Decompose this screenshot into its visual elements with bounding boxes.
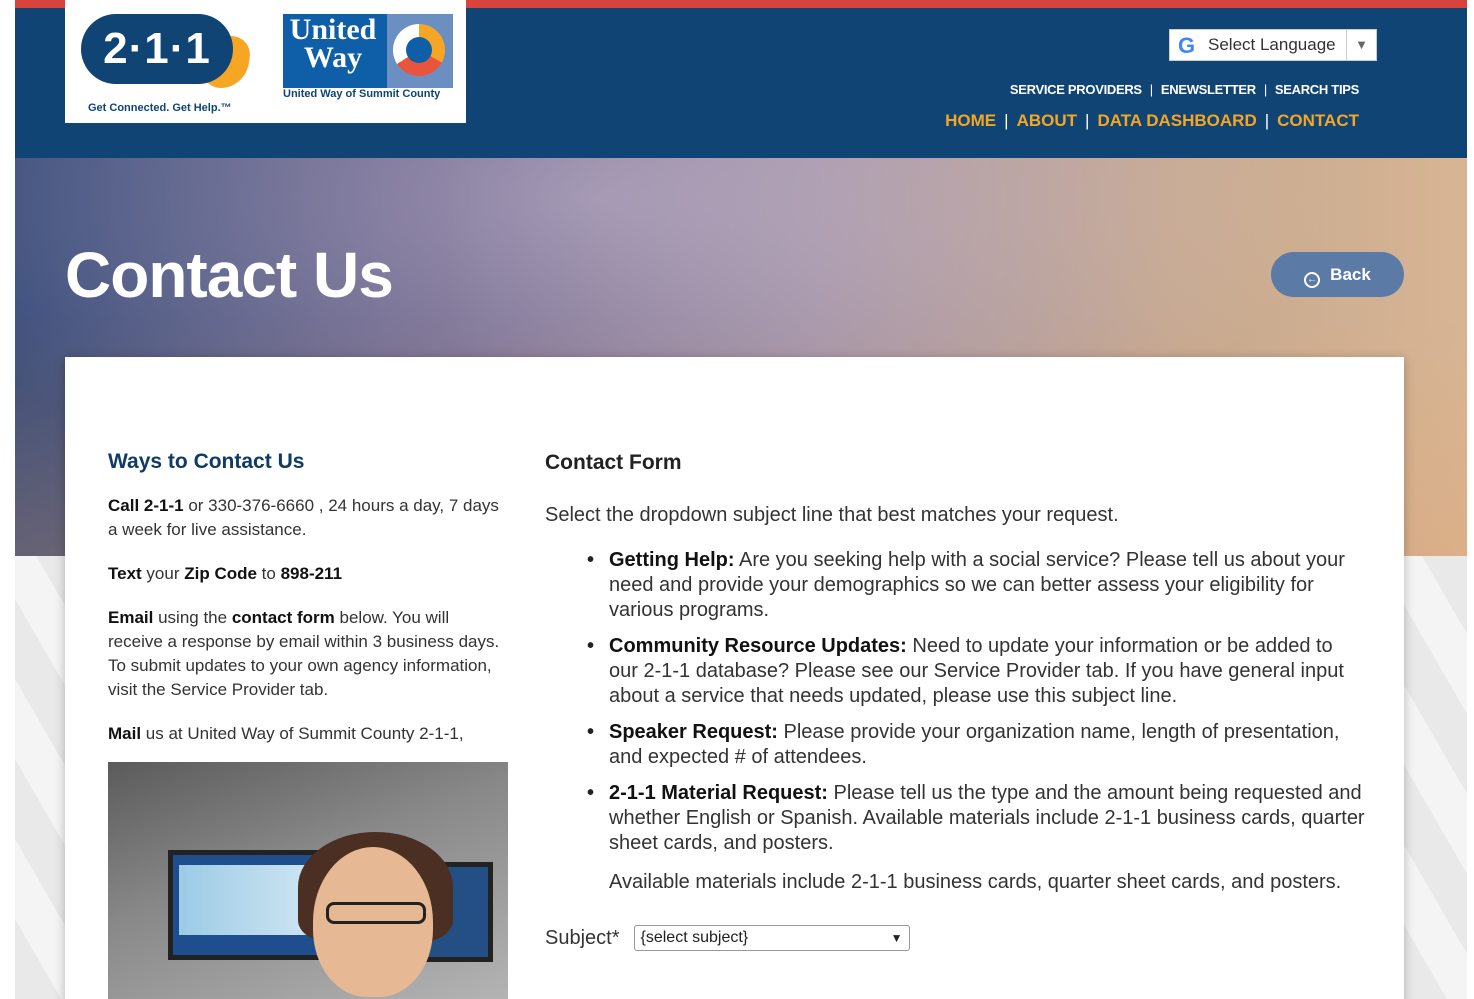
arrow-left-circle-icon: ←: [1304, 272, 1321, 288]
nav-service-providers[interactable]: SERVICE PROVIDERS: [1010, 82, 1142, 97]
page: 2·1·1 Get Connected. Get Help.™ United W…: [15, 0, 1467, 999]
secondary-nav: SERVICE PROVIDERS | ENEWSLETTER | SEARCH TIP…: [1010, 82, 1359, 97]
nav-separator: |: [1085, 111, 1090, 130]
list-item: Community Resource Updates: Need to upda…: [587, 634, 1365, 709]
logo-211-tagline: Get Connected. Get Help.™: [88, 102, 232, 114]
logo-box[interactable]: 2·1·1 Get Connected. Get Help.™ United W…: [65, 0, 466, 123]
nav-separator: |: [1263, 82, 1267, 97]
nav-separator: |: [1149, 82, 1153, 97]
nav-search-tips[interactable]: SEARCH TIPS: [1275, 82, 1359, 97]
main-nav: HOME | ABOUT | DATA DASHBOARD | CONTACT: [945, 111, 1359, 131]
contact-ways-column: Ways to Contact Us Call 2-1-1 or 330-376…: [108, 450, 508, 766]
site-header: 2·1·1 Get Connected. Get Help.™ United W…: [15, 0, 1467, 158]
subject-select[interactable]: {select subject} ▼: [633, 925, 910, 951]
subject-value: {select subject}: [640, 929, 749, 946]
dropdown-arrow-icon: ▼: [1346, 30, 1368, 60]
email-info: Email using the contact form below. You …: [108, 608, 500, 699]
subject-list: Getting Help: Are you seeking help with …: [545, 548, 1365, 856]
list-item: Getting Help: Are you seeking help with …: [587, 548, 1365, 623]
nav-home[interactable]: HOME: [945, 111, 996, 130]
call-center-photo: [108, 762, 508, 999]
back-label: Back: [1330, 265, 1371, 284]
form-heading: Contact Form: [545, 451, 682, 474]
subject-row: Subject* {select subject} ▼: [545, 925, 1365, 951]
list-item: Speaker Request: Please provide your org…: [587, 720, 1365, 770]
page-title: Contact Us: [65, 239, 394, 311]
mail-info: Mail us at United Way of Summit County 2…: [108, 724, 464, 743]
back-button[interactable]: ← Back: [1271, 252, 1404, 297]
nav-enewsletter[interactable]: ENEWSLETTER: [1161, 82, 1256, 97]
form-intro: Select the dropdown subject line that be…: [545, 504, 1119, 526]
nav-contact[interactable]: CONTACT: [1277, 111, 1359, 130]
nav-about[interactable]: ABOUT: [1017, 111, 1077, 130]
contact-form-column: Contact Form Select the dropdown subject…: [545, 450, 1365, 951]
ways-heading: Ways to Contact Us: [108, 450, 305, 473]
google-icon: G: [1178, 33, 1196, 58]
nav-separator: |: [1264, 111, 1270, 130]
subject-label: Subject*: [545, 926, 620, 949]
logo-united-way-word: United Way: [289, 13, 377, 74]
list-item: 2-1-1 Material Request: Please tell us t…: [587, 781, 1365, 856]
photo-glasses: [326, 902, 426, 924]
nav-data-dashboard[interactable]: DATA DASHBOARD: [1097, 111, 1256, 130]
content-card: Ways to Contact Us Call 2-1-1 or 330-376…: [65, 357, 1404, 999]
chevron-down-icon: ▼: [890, 931, 903, 945]
call-info: Call 2-1-1 or 330-376-6660 , 24 hours a …: [108, 496, 499, 539]
language-label: Select Language: [1208, 35, 1336, 54]
united-way-emblem-icon: [387, 14, 453, 88]
nav-separator: |: [1004, 111, 1009, 130]
logo-united-way-tagline: United Way of Summit County: [283, 88, 441, 100]
text-info: Text your Zip Code to 898-211: [108, 564, 343, 583]
logo-211[interactable]: 2·1·1 Get Connected. Get Help.™: [81, 14, 254, 114]
language-select[interactable]: G Select Language ▼: [1169, 29, 1377, 61]
logo-211-number: 2·1·1: [103, 24, 211, 73]
logo-united-way[interactable]: United Way: [283, 14, 453, 88]
materials-note: Available materials include 2-1-1 busine…: [609, 871, 1342, 893]
